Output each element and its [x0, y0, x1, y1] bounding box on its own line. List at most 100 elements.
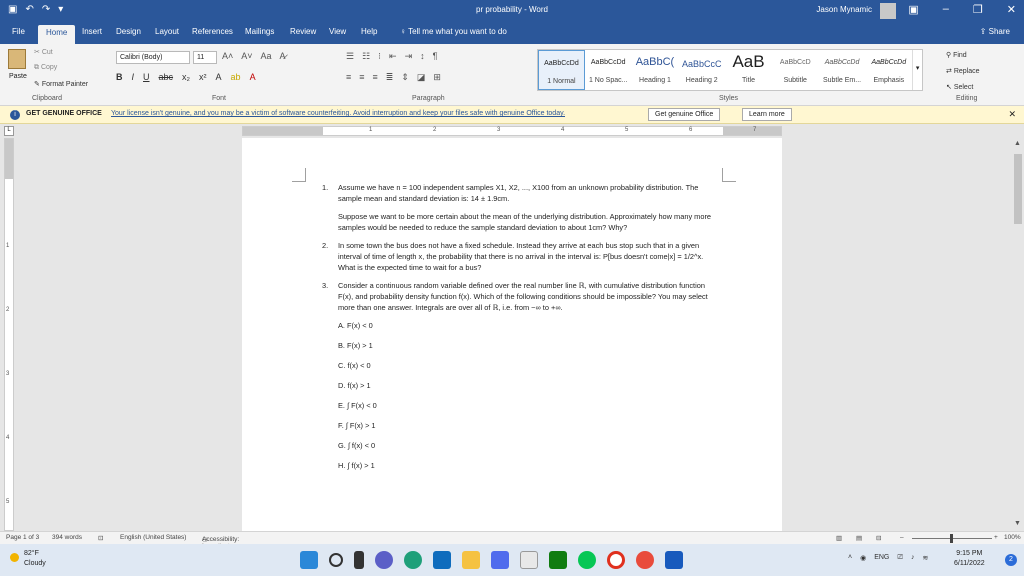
share-button[interactable]: ⇪ Share: [980, 27, 1010, 36]
tab-home[interactable]: Home: [38, 25, 76, 44]
mail-icon[interactable]: [433, 551, 451, 569]
word-count[interactable]: 394 words: [52, 534, 82, 541]
tab-mailings[interactable]: Mailings: [245, 27, 274, 36]
font-size-select[interactable]: 11: [193, 51, 217, 64]
tab-references[interactable]: References: [192, 27, 233, 36]
learn-more-button[interactable]: Learn more: [742, 108, 792, 121]
wifi-icon[interactable]: ≋: [922, 554, 928, 562]
font-color-icon[interactable]: A: [250, 72, 256, 82]
user-name[interactable]: Jason Mynamic: [816, 5, 872, 14]
bold-icon[interactable]: B: [116, 72, 123, 82]
close-icon[interactable]: ✕: [1007, 3, 1016, 16]
style-no-spacing[interactable]: AaBbCcDd 1 No Spac...: [585, 50, 632, 90]
bullets-icon[interactable]: ☰: [346, 51, 354, 62]
format-painter-button[interactable]: ✎ Format Painter: [34, 80, 88, 88]
language-indicator[interactable]: English (United States): [120, 534, 186, 541]
tab-design[interactable]: Design: [116, 27, 141, 36]
file-explorer-icon[interactable]: [462, 551, 480, 569]
close-icon[interactable]: ✕: [1008, 109, 1016, 120]
superscript-icon[interactable]: x²: [199, 72, 207, 82]
calculator-icon[interactable]: [520, 551, 538, 569]
document-body[interactable]: 1. Assume we have n = 100 independent sa…: [322, 182, 722, 480]
pilcrow-icon[interactable]: ¶: [433, 51, 438, 62]
web-layout-icon[interactable]: ⊟: [876, 534, 881, 542]
align-left-icon[interactable]: ≡: [346, 72, 351, 83]
print-layout-icon[interactable]: ▤: [856, 534, 862, 542]
tab-selector[interactable]: L: [4, 126, 14, 136]
tab-review[interactable]: Review: [290, 27, 316, 36]
decrease-indent-icon[interactable]: ⇤: [389, 51, 397, 62]
subscript-icon[interactable]: x₂: [182, 72, 190, 82]
highlight-icon[interactable]: ab: [231, 72, 241, 82]
italic-icon[interactable]: I: [132, 72, 135, 82]
find-button[interactable]: ⚲ Find: [946, 48, 980, 64]
notification-badge[interactable]: 2: [1005, 554, 1017, 566]
tell-me-search[interactable]: ♀ Tell me what you want to do: [400, 27, 507, 36]
volume-icon[interactable]: ♪: [911, 554, 915, 562]
page-count[interactable]: Page 1 of 3: [6, 534, 39, 541]
line-spacing-icon[interactable]: ⇕: [401, 72, 409, 83]
windows-start-icon[interactable]: [300, 551, 318, 569]
restore-icon[interactable]: ❐: [973, 3, 983, 16]
license-message-link[interactable]: Your license isn't genuine, and you may …: [111, 110, 565, 117]
zoom-out-icon[interactable]: –: [900, 534, 904, 541]
copy-button[interactable]: ⧉ Copy: [34, 64, 57, 72]
search-icon[interactable]: [329, 553, 343, 567]
visual-studio-icon[interactable]: [491, 551, 509, 569]
cut-button[interactable]: ✂ Cut: [34, 48, 53, 56]
text-effects-icon[interactable]: A: [216, 72, 222, 82]
display-icon[interactable]: ⎚: [897, 554, 903, 562]
borders-icon[interactable]: ⊞: [433, 72, 441, 83]
chevron-up-icon[interactable]: ˄: [848, 554, 852, 562]
scroll-up-icon[interactable]: ▲: [1014, 140, 1021, 147]
justify-icon[interactable]: ≣: [386, 72, 394, 83]
style-heading-1[interactable]: AaBbC(Heading 1: [632, 50, 679, 90]
multilevel-list-icon[interactable]: ⁝: [378, 51, 381, 62]
style-normal[interactable]: AaBbCcDd 1 Normal: [538, 50, 585, 90]
underline-icon[interactable]: U: [143, 72, 150, 82]
word-icon[interactable]: [665, 551, 683, 569]
change-case-icon[interactable]: Aa: [261, 51, 272, 61]
avatar[interactable]: [880, 3, 896, 19]
paste-button[interactable]: Paste: [6, 49, 28, 80]
task-view-icon[interactable]: [354, 551, 364, 569]
zoom-slider-thumb[interactable]: [950, 534, 953, 543]
weather-widget[interactable]: 82°F Cloudy: [10, 549, 46, 569]
app-tray-icon[interactable]: ◉: [860, 554, 866, 562]
ribbon-display-icon[interactable]: ▣: [908, 3, 918, 16]
tab-layout[interactable]: Layout: [155, 27, 179, 36]
chrome-icon[interactable]: [636, 551, 654, 569]
opera-icon[interactable]: [607, 551, 625, 569]
scroll-thumb[interactable]: [1014, 154, 1022, 224]
vertical-scrollbar[interactable]: ▲ ▼: [1012, 138, 1024, 531]
get-genuine-button[interactable]: Get genuine Office: [648, 108, 721, 121]
edge-icon[interactable]: [404, 551, 422, 569]
zoom-in-icon[interactable]: +: [994, 534, 998, 541]
tab-help[interactable]: Help: [361, 27, 377, 36]
clear-format-icon[interactable]: A̷: [280, 51, 286, 61]
select-button[interactable]: ↖ Select: [946, 80, 980, 96]
increase-indent-icon[interactable]: ⇥: [405, 51, 413, 62]
align-center-icon[interactable]: ≡: [359, 72, 364, 83]
tab-file[interactable]: File: [12, 27, 25, 36]
shading-icon[interactable]: ◪: [417, 72, 426, 83]
language-indicator[interactable]: ENG: [874, 554, 889, 562]
vertical-ruler[interactable]: 1 2 3 4 5: [4, 138, 14, 531]
minimize-icon[interactable]: –: [943, 3, 949, 16]
scroll-down-icon[interactable]: ▼: [1014, 520, 1021, 527]
align-right-icon[interactable]: ≡: [373, 72, 378, 83]
style-subtitle[interactable]: AaBbCcD Subtitle: [772, 50, 819, 90]
replace-button[interactable]: ⇄ Replace: [946, 64, 980, 80]
sort-icon[interactable]: ↕: [420, 51, 425, 62]
document-page[interactable]: 1. Assume we have n = 100 independent sa…: [242, 138, 782, 531]
horizontal-ruler[interactable]: 1 2 3 4 5 6 7: [242, 126, 782, 136]
style-emphasis[interactable]: AaBbCcDd Emphasis: [865, 50, 912, 90]
clock[interactable]: 9:15 PM 6/11/2022: [954, 549, 985, 569]
grow-font-icon[interactable]: A˄: [222, 51, 233, 61]
style-title[interactable]: AaB Title: [725, 50, 772, 90]
tab-view[interactable]: View: [329, 27, 346, 36]
read-mode-icon[interactable]: ▥: [836, 534, 842, 542]
line-icon[interactable]: [578, 551, 596, 569]
zoom-level[interactable]: 100%: [1004, 534, 1021, 541]
strikethrough-icon[interactable]: abc: [159, 72, 174, 82]
